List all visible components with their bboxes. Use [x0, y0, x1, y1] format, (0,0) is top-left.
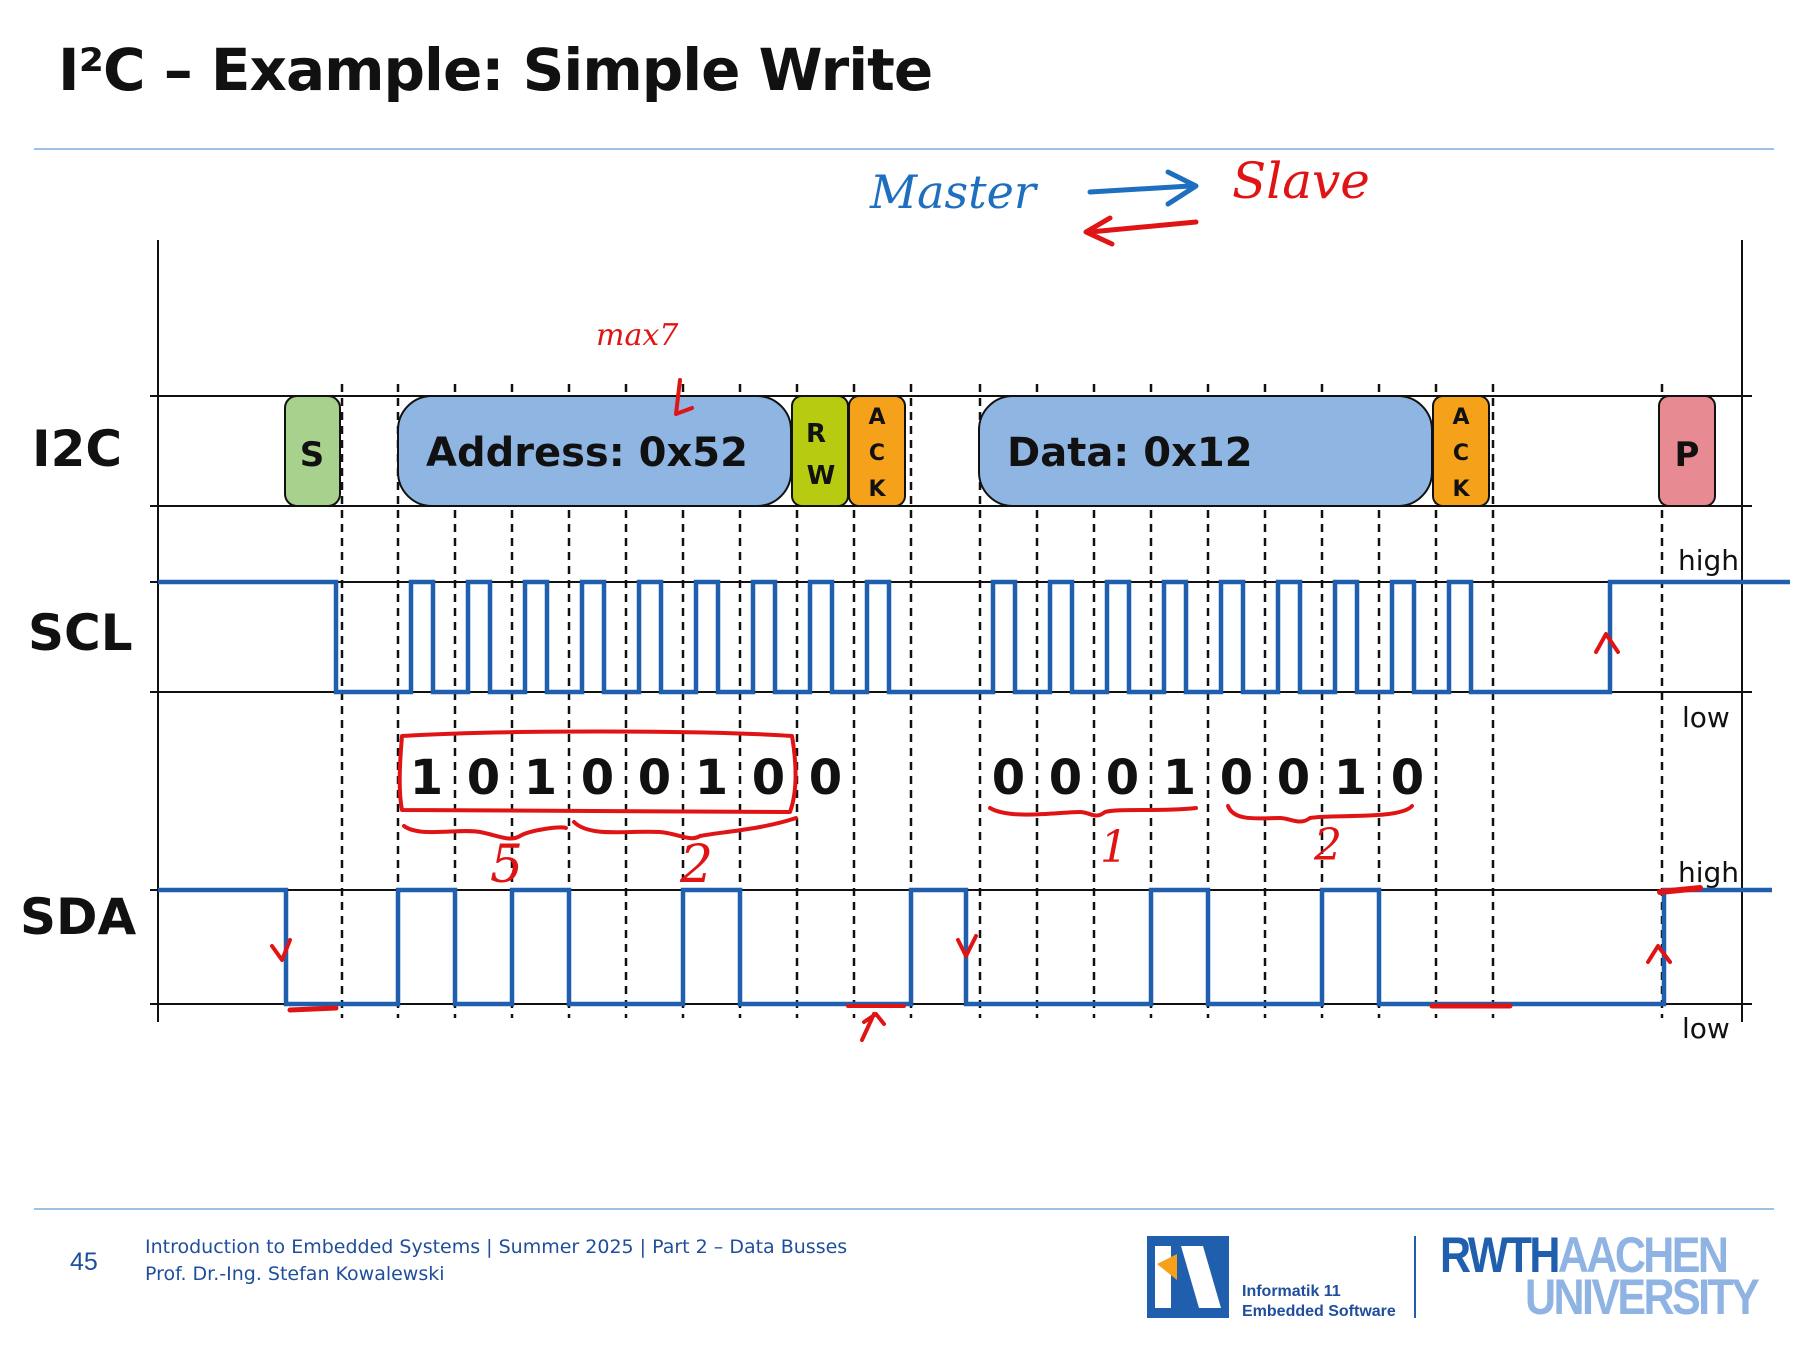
stop-label: P: [1675, 435, 1700, 475]
start-label: S: [300, 435, 325, 475]
annotation-1-data: 1: [1100, 822, 1128, 873]
ack1-label-c: C: [869, 441, 885, 466]
sda-signal: [158, 887, 1772, 1007]
address-label: Address: 0x52: [426, 430, 748, 476]
data-bit: 1: [1334, 750, 1367, 806]
ack1-arrow-icon: [860, 1012, 886, 1042]
row-label-i2c: I2C: [32, 420, 122, 478]
frame-lines: [150, 240, 1752, 1022]
row-label-scl: SCL: [28, 604, 133, 662]
arrow-right-icon: [1087, 169, 1199, 207]
ack1-label-k: K: [868, 477, 886, 502]
row-label-sda: SDA: [20, 888, 137, 946]
logo-label-2: Embedded Software: [1242, 1303, 1396, 1320]
scl-low-label: low: [1682, 701, 1730, 734]
scl-high-label: high: [1678, 544, 1739, 577]
data-bit: 0: [992, 750, 1025, 806]
handwritten-annotations: Master Slave max7 5 2 1 2: [270, 152, 1703, 1042]
address-bit: 0: [638, 750, 671, 806]
footer-author: Prof. Dr.-Ing. Stefan Kowalewski: [145, 1263, 445, 1285]
ack2-label-k: K: [1452, 477, 1470, 502]
address-bit: 1: [524, 750, 557, 806]
i2c-timing-diagram: I2C SCL SDA S Address: 0x52 R W A C K Da…: [20, 152, 1790, 1045]
address-bit: 0: [581, 750, 614, 806]
sda-high-label: high: [1678, 856, 1739, 889]
sda-start-low-mark: [287, 1005, 339, 1013]
annotation-2-addr: 2: [679, 835, 713, 895]
data-bit: 0: [1277, 750, 1310, 806]
arrow-left-icon: [1083, 215, 1199, 247]
ack2-label-a: A: [1452, 405, 1469, 430]
slave-annotation: Slave: [1232, 152, 1370, 210]
rw-label-w: W: [807, 461, 836, 491]
annotation-5: 5: [490, 835, 523, 895]
annotation-2-data: 2: [1313, 820, 1342, 871]
data-bit: 0: [1220, 750, 1253, 806]
sda-stop-high-mark: [1657, 885, 1703, 895]
data-label: Data: 0x12: [1007, 430, 1253, 476]
data-bit: 0: [1049, 750, 1082, 806]
address-bit: 1: [695, 750, 728, 806]
logo-label-1: Informatik 11: [1242, 1283, 1341, 1300]
max7-annotation: max7: [596, 318, 679, 353]
page-number: 45: [70, 1248, 98, 1276]
rw-bit: 0: [809, 750, 842, 806]
sda-stop-arrow-icon: [1646, 944, 1672, 964]
rw-label-r: R: [806, 419, 826, 449]
master-annotation: Master: [869, 165, 1039, 219]
university-text: UNIVERSITY: [1525, 1269, 1760, 1325]
brace-addr-hi: [402, 824, 568, 841]
data-bit: 0: [1391, 750, 1424, 806]
address-bit: 0: [752, 750, 785, 806]
address-bit: 0: [467, 750, 500, 806]
logo-separator: [1414, 1236, 1416, 1318]
ack2-label-c: C: [1453, 441, 1469, 466]
informatik11-logo-icon: [1147, 1236, 1229, 1318]
scl-signal: [158, 579, 1790, 695]
scl-rise-arrow-icon: [1594, 632, 1620, 654]
address-bit: 1: [410, 750, 443, 806]
ack1-label-a: A: [868, 405, 885, 430]
data-bit: 1: [1163, 750, 1196, 806]
bit-values: 1010010000010010: [410, 750, 1424, 806]
data-bit: 0: [1106, 750, 1139, 806]
sda-low-label: low: [1682, 1012, 1730, 1045]
footer-course: Introduction to Embedded Systems | Summe…: [145, 1236, 848, 1258]
bottom-divider: [34, 1208, 1774, 1210]
